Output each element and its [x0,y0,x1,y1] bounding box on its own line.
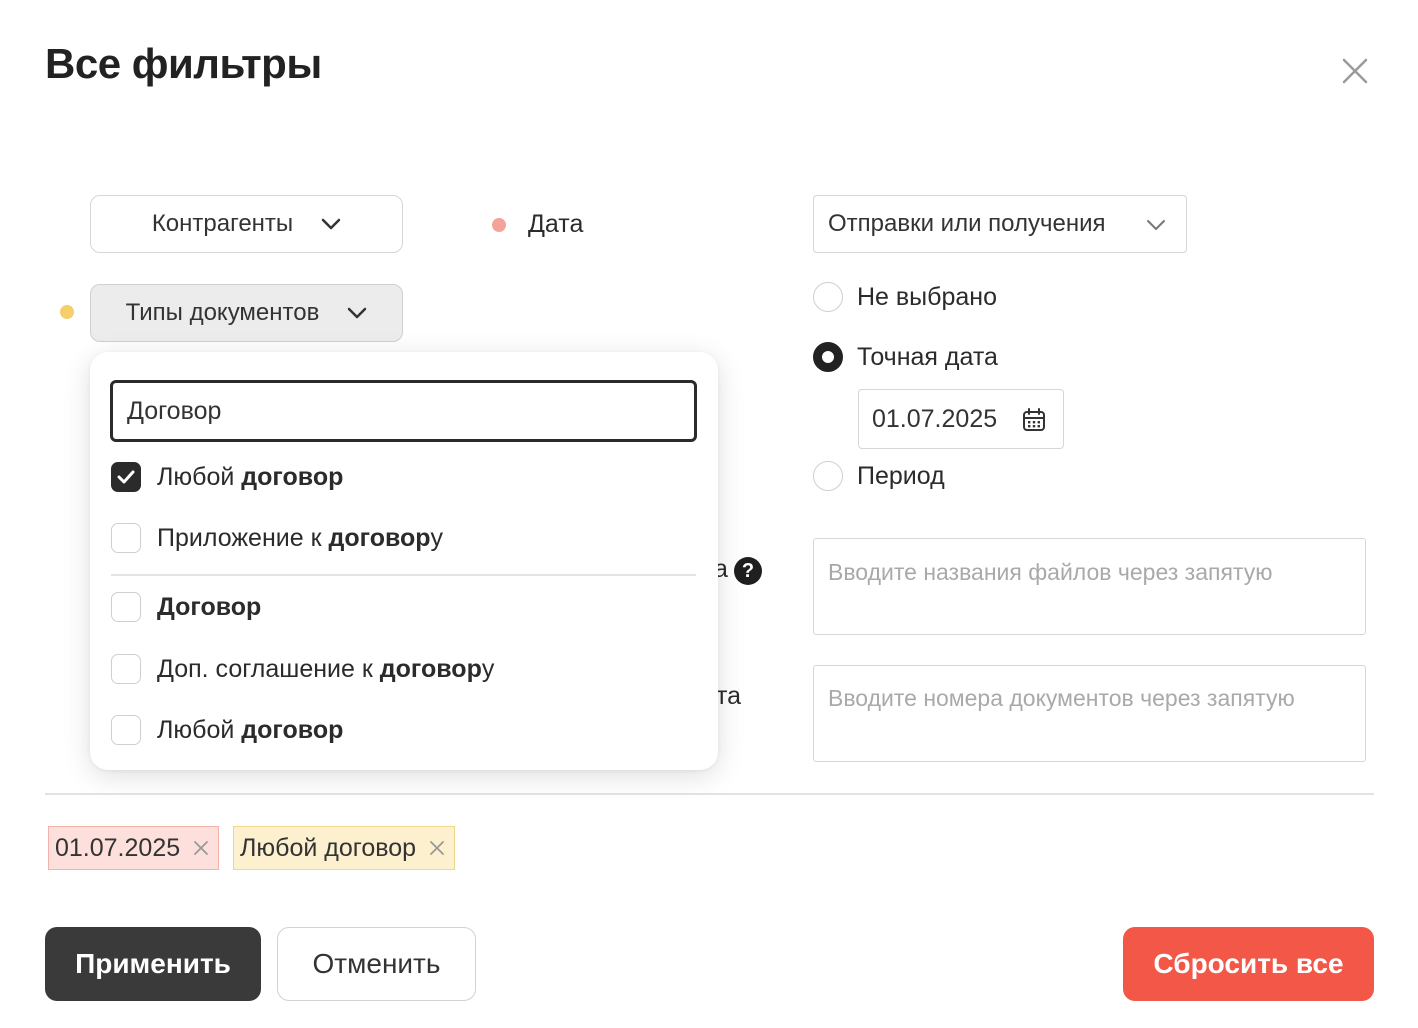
checkmark-icon [117,470,135,484]
doctype-indicator-dot [60,305,74,319]
chip-label: 01.07.2025 [55,833,181,862]
reset-all-button[interactable]: Сбросить все [1123,927,1374,1001]
date-kind-value: Отправки или получения [828,210,1106,237]
doc-type-option[interactable]: Любой договор [111,715,343,745]
exact-date-input[interactable]: 01.07.2025 [858,389,1064,449]
filenames-placeholder: Вводите названия файлов через запятую [828,559,1273,585]
radio-period[interactable]: Период [813,461,945,491]
close-icon[interactable] [192,839,210,857]
date-indicator-dot [492,218,506,232]
checkbox[interactable] [111,654,141,684]
checkbox[interactable] [111,715,141,745]
radio-label: Период [857,461,945,490]
doc-types-select[interactable]: Типы документов [90,284,403,342]
calendar-icon[interactable] [1021,407,1047,433]
chevron-down-icon [1147,220,1165,230]
doc-numbers-input[interactable]: Вводите номера документов через запятую [813,665,1366,762]
doc-numbers-placeholder: Вводите номера документов через запятую [828,685,1295,711]
date-kind-select[interactable]: Отправки или получения [813,195,1187,253]
dropdown-divider [111,574,696,576]
option-label: Любой договор [157,462,344,491]
radio-circle[interactable] [813,461,843,491]
radio-label: Не выбрано [857,282,997,311]
checkbox-checked[interactable] [111,462,141,492]
date-label: Дата [528,210,584,238]
checkbox[interactable] [111,592,141,622]
help-icon[interactable]: ? [734,557,762,585]
doc-type-option[interactable]: Доп. соглашение к договору [111,654,494,684]
doc-type-option[interactable]: Любой договор [111,462,343,492]
filenames-input[interactable]: Вводите названия файлов через запятую [813,538,1366,635]
counterparties-label: Контрагенты [151,210,294,237]
modal-title: Все фильтры [45,40,322,87]
section-divider [45,793,1374,795]
close-icon[interactable] [428,839,446,857]
checkbox[interactable] [111,523,141,553]
option-label: Любой договор [157,715,344,744]
option-label: Доп. соглашение к договору [157,654,495,683]
doc-type-option[interactable]: Приложение к договору [111,523,443,553]
radio-label: Точная дата [857,342,998,371]
chip-label: Любой договор [240,833,417,862]
doc-type-option[interactable]: Договор [111,592,261,622]
close-icon[interactable] [1336,52,1374,90]
doc-types-label: Типы документов [125,299,320,326]
applied-filter-chip-doctype: Любой договор [233,826,456,870]
option-label: Приложение к договору [157,523,444,552]
option-label: Договор [157,592,262,621]
radio-exact-date[interactable]: Точная дата [813,342,998,372]
radio-circle[interactable] [813,282,843,312]
exact-date-value: 01.07.2025 [872,404,998,433]
doc-types-search-input[interactable] [110,380,697,442]
doc-types-dropdown: Любой договор Приложение к договору Дого… [90,352,718,770]
radio-circle-checked[interactable] [813,342,843,372]
numbers-label-fragment: та [716,682,742,710]
cancel-button[interactable]: Отменить [277,927,476,1001]
chevron-down-icon [348,307,367,319]
apply-button[interactable]: Применить [45,927,261,1001]
radio-not-selected[interactable]: Не выбрано [813,282,997,312]
counterparties-select[interactable]: Контрагенты [90,195,403,253]
applied-filter-chip-date: 01.07.2025 [48,826,220,870]
chevron-down-icon [321,218,341,230]
